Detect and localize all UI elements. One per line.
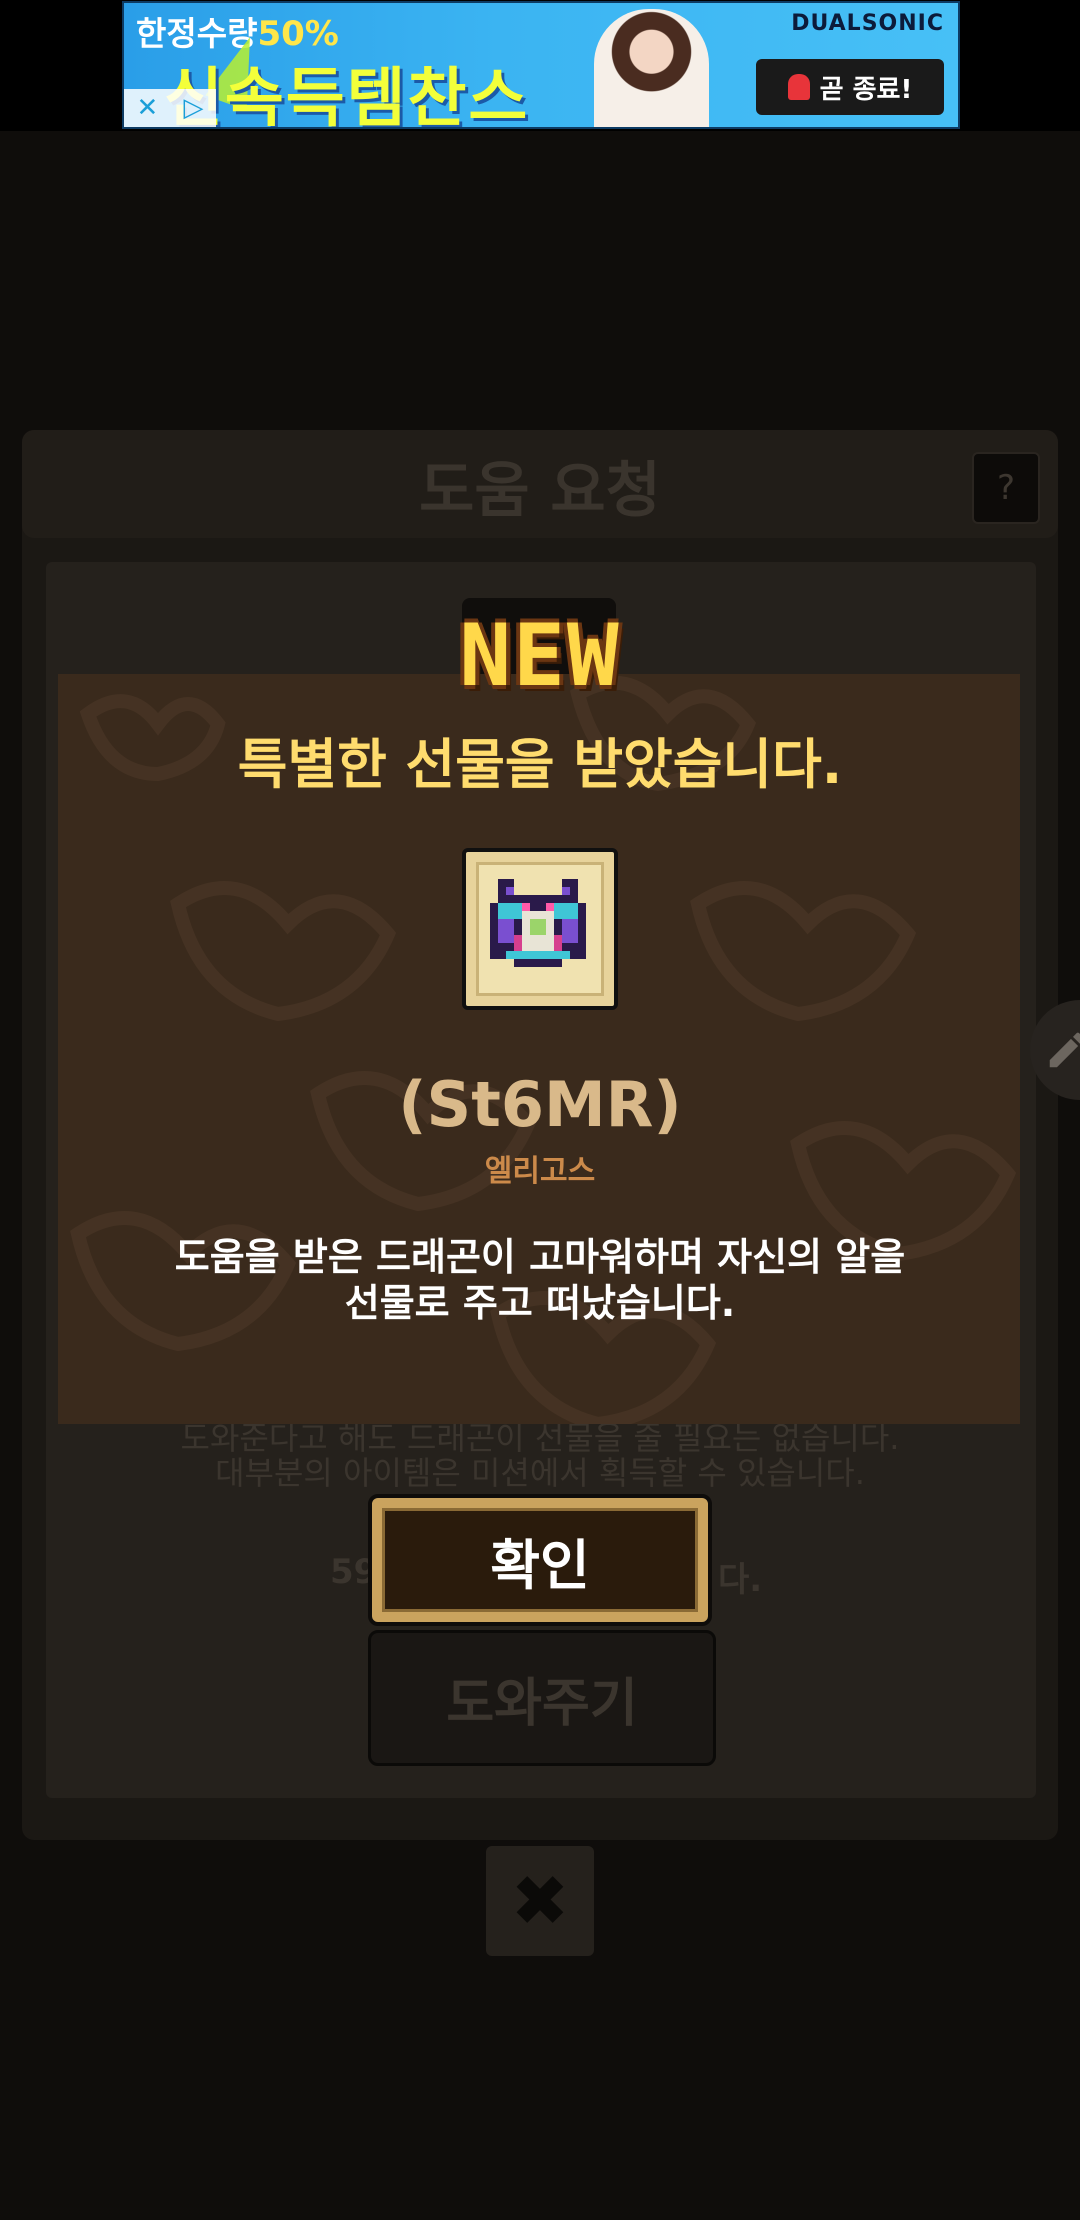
item-name: (St6MR) [398, 1068, 682, 1141]
close-icon[interactable]: ✖ [486, 1846, 594, 1956]
new-badge: NEW [459, 606, 621, 706]
ad-banner[interactable]: 한정수량50% 신속득템찬스 DUALSONIC 곧 종료! ✕ ▷ [122, 1, 960, 129]
ad-cta-button[interactable]: 곧 종료! [756, 59, 944, 115]
panel-info-line2: 대부분의 아이템은 미션에서 획득할 수 있습니다. [215, 1454, 865, 1492]
panel-title: 도움 요청 [419, 456, 661, 526]
play-icon[interactable]: ▷ [183, 93, 203, 123]
item-frame [462, 848, 618, 1010]
ad-choices[interactable]: ✕ ▷ [124, 89, 216, 127]
confirm-button[interactable]: 확인 [368, 1494, 712, 1626]
item-subtitle: 엘리고스 [484, 1154, 596, 1189]
item-description-line2: 선물로 주고 떠났습니다. [344, 1281, 736, 1325]
confirm-label: 확인 [382, 1508, 698, 1612]
ad-brand: DUALSONIC [791, 11, 944, 36]
dialog-title: 특별한 선물을 받았습니다. [237, 733, 843, 796]
siren-icon [787, 74, 810, 100]
help-button[interactable]: 도와주기 [368, 1630, 716, 1766]
dragon-egg-icon [490, 879, 586, 967]
panel-cost-suffix: 다. [718, 1560, 763, 1600]
ad-main-text: 신속득템찬스 [164, 62, 530, 129]
close-icon[interactable]: ✕ [137, 93, 159, 123]
ad-model-image [594, 9, 709, 127]
ad-cta-label: 곧 종료! [819, 74, 913, 105]
pencil-icon [1049, 1032, 1080, 1068]
help-icon[interactable]: ? [972, 452, 1040, 524]
